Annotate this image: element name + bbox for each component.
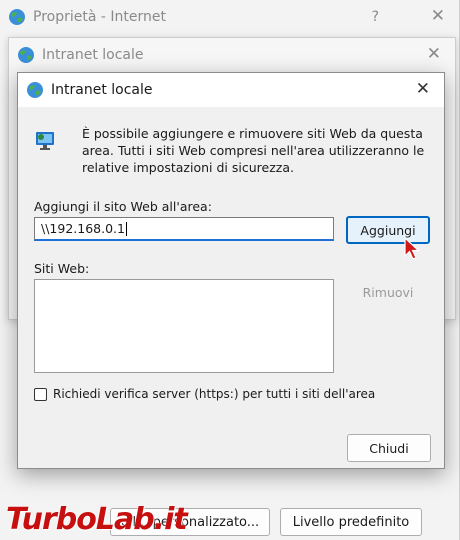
watermark-brand: TurboLab [6, 502, 155, 537]
remove-button[interactable]: Rimuovi [346, 278, 430, 306]
https-checkbox-row[interactable]: Richiedi verifica server (https:) per tu… [34, 387, 375, 401]
internet-properties-titlebar: Proprietà - Internet ? ✕ [0, 0, 459, 34]
globe-icon [27, 82, 43, 98]
intranet-dialog: Intranet locale ✕ È possibile aggiungere… [17, 72, 445, 469]
text-caret [125, 221, 127, 236]
intranet-titlebar-behind: Intranet locale ✕ [9, 38, 455, 72]
https-checkbox-label: Richiedi verifica server (https:) per tu… [53, 387, 376, 401]
turbolab-watermark: TurboLab.it [6, 502, 188, 537]
watermark-tld: .it [153, 502, 188, 537]
add-site-label: Aggiungi il sito Web all'area: [34, 199, 212, 214]
close-button[interactable]: Chiudi [347, 434, 431, 462]
dialog-title: Intranet locale [51, 82, 153, 98]
help-button[interactable]: ? [372, 9, 379, 25]
mouse-cursor-icon [404, 237, 421, 260]
close-icon[interactable]: ✕ [416, 81, 430, 98]
sites-label: Siti Web: [34, 261, 90, 276]
add-site-value: \\192.168.0.1 [41, 221, 125, 236]
window-title: Intranet locale [42, 47, 144, 63]
window-title: Proprietà - Internet [33, 9, 166, 25]
sites-listbox[interactable] [34, 279, 334, 373]
close-icon[interactable]: ✕ [431, 8, 445, 25]
dialog-titlebar: Intranet locale ✕ [18, 73, 444, 107]
globe-icon [9, 9, 25, 25]
close-icon[interactable]: ✕ [427, 46, 441, 63]
https-checkbox[interactable] [34, 387, 47, 401]
network-computer-icon [36, 132, 54, 150]
add-site-input[interactable]: \\192.168.0.1 [34, 217, 334, 241]
default-level-button[interactable]: Livello predefinito [280, 508, 422, 536]
globe-icon [18, 47, 34, 63]
zone-description: È possibile aggiungere e rimuovere siti … [82, 126, 425, 175]
